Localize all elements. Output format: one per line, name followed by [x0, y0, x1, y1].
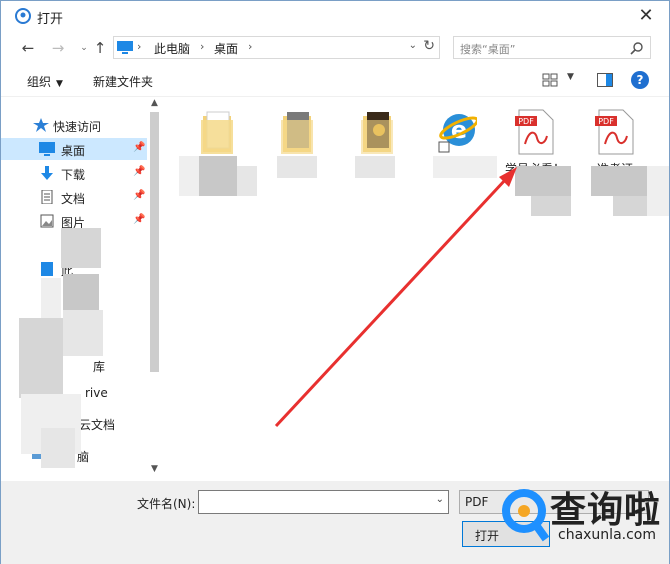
filename-history-chevron-icon[interactable]: ⌄	[436, 494, 444, 505]
watermark: 查询啦 chaxunla.com	[498, 479, 670, 564]
watermark-logo-icon	[502, 489, 550, 542]
watermark-text: 查询啦	[550, 490, 662, 531]
filetype-value: PDF	[465, 495, 489, 509]
filename-input[interactable]: ⌄	[198, 490, 449, 514]
watermark-url: chaxunla.com	[558, 527, 656, 543]
open-button-label: 打开	[475, 529, 500, 543]
filename-label: 文件名(N):	[137, 497, 196, 511]
open-file-dialog: 打开 ✕ ← → ⌄ ↑ › 此电脑 › 桌面 › ⌄ ↻ 搜索“桌面” 组织 …	[0, 0, 670, 564]
